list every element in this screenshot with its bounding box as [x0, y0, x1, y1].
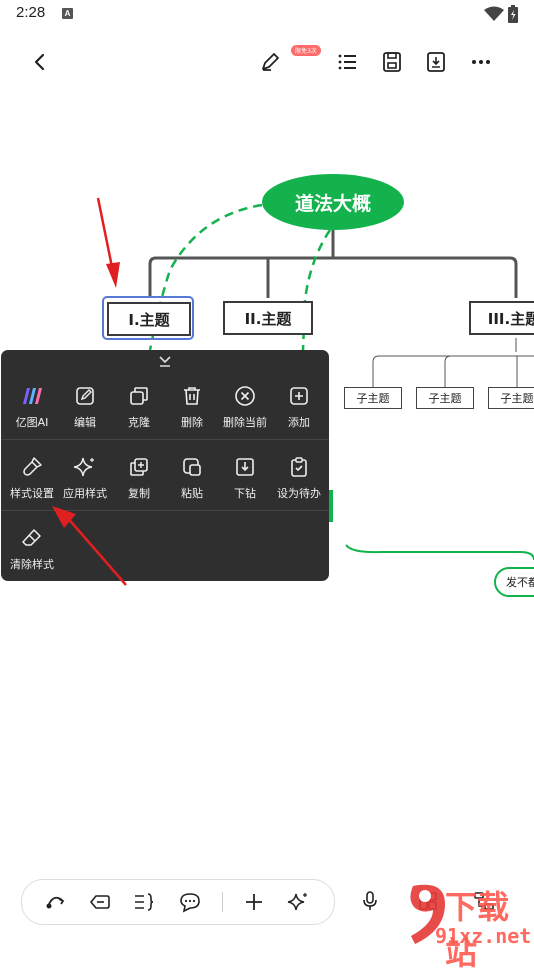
menu-drill-down[interactable]: 下钻 [218, 449, 272, 505]
trash-icon [184, 387, 200, 405]
menu-label: 编辑 [74, 416, 96, 429]
floating-topic[interactable]: 发不都 [494, 567, 534, 597]
label-icon [89, 895, 110, 909]
menu-label: 克隆 [128, 416, 150, 429]
menu-delete[interactable]: 删除 [165, 378, 219, 434]
menu-delete-current[interactable]: 删除当前 [218, 378, 272, 434]
drill-down-icon [236, 458, 254, 476]
menu-add[interactable]: 添加 [272, 378, 326, 434]
menu-label: 样式设置 [10, 487, 54, 500]
ai-button[interactable] [284, 888, 312, 916]
plus-icon [246, 894, 262, 910]
menu-clone[interactable]: 克隆 [112, 378, 166, 434]
sparkle-icon [73, 457, 94, 477]
edit-icon [76, 387, 94, 405]
menu-edraw-ai[interactable]: 亿图AI [5, 378, 59, 434]
menu-set-todo[interactable]: 设为待办 [272, 449, 326, 505]
menu-divider [1, 439, 329, 440]
menu-label: 添加 [288, 416, 310, 429]
bottom-toolbar [21, 879, 335, 925]
mic-icon [363, 891, 377, 910]
menu-label: 删除 [181, 416, 203, 429]
clear-style-icon [22, 529, 41, 546]
menu-copy[interactable]: 复制 [112, 449, 166, 505]
copy-icon [130, 458, 148, 476]
comment-button[interactable] [176, 888, 204, 916]
menu-divider [1, 510, 329, 511]
edraw-ai-icon [23, 388, 42, 404]
menu-style-settings[interactable]: 样式设置 [5, 449, 59, 505]
watermark-domain: 91xz.net [435, 924, 532, 948]
menu-label: 删除当前 [223, 416, 267, 429]
menu-apply-style[interactable]: 应用样式 [58, 449, 112, 505]
menu-label: 粘贴 [181, 487, 203, 500]
subtopic-2[interactable]: 子主题 [416, 387, 474, 409]
subtopic-3[interactable]: 子主题 [488, 387, 534, 409]
bar-divider [222, 892, 223, 912]
menu-label: 复制 [128, 487, 150, 500]
style-brush-icon [23, 457, 42, 476]
topic-3[interactable]: III.主题 [469, 301, 534, 335]
label-button[interactable] [86, 888, 114, 916]
site-watermark: 下载站 91xz.net [405, 880, 534, 972]
summary-button[interactable] [130, 888, 158, 916]
paste-icon [183, 458, 201, 476]
curve-connector-icon [46, 896, 65, 909]
connector-button[interactable] [42, 888, 70, 916]
root-topic[interactable]: 道法大概 [262, 174, 404, 230]
menu-clear-style[interactable]: 清除样式 [5, 520, 59, 576]
menu-paste[interactable]: 粘贴 [165, 449, 219, 505]
collapse-chevron-icon[interactable] [157, 354, 173, 368]
menu-label: 应用样式 [63, 487, 107, 500]
menu-label: 亿图AI [15, 416, 49, 429]
comment-icon [180, 893, 200, 913]
menu-label: 设为待办 [277, 487, 321, 500]
menu-label: 清除样式 [10, 558, 54, 571]
voice-button[interactable] [356, 887, 384, 915]
ai-sparkle-icon [287, 893, 307, 911]
summary-icon [135, 893, 154, 911]
todo-icon [291, 457, 307, 477]
add-topic-button[interactable] [240, 888, 268, 916]
clone-icon [130, 387, 148, 405]
subtopic-1[interactable]: 子主题 [344, 387, 402, 409]
delete-current-icon [235, 386, 255, 406]
menu-label: 下钻 [234, 487, 256, 500]
menu-edit[interactable]: 编辑 [58, 378, 112, 434]
add-icon [290, 387, 308, 405]
selection-frame [102, 296, 194, 340]
topic-2[interactable]: II.主题 [223, 301, 313, 335]
context-menu: 亿图AI 编辑 克隆 删除 删除当前 添加 样式设置 应用样式 复制 粘贴 下钻 [1, 350, 329, 581]
